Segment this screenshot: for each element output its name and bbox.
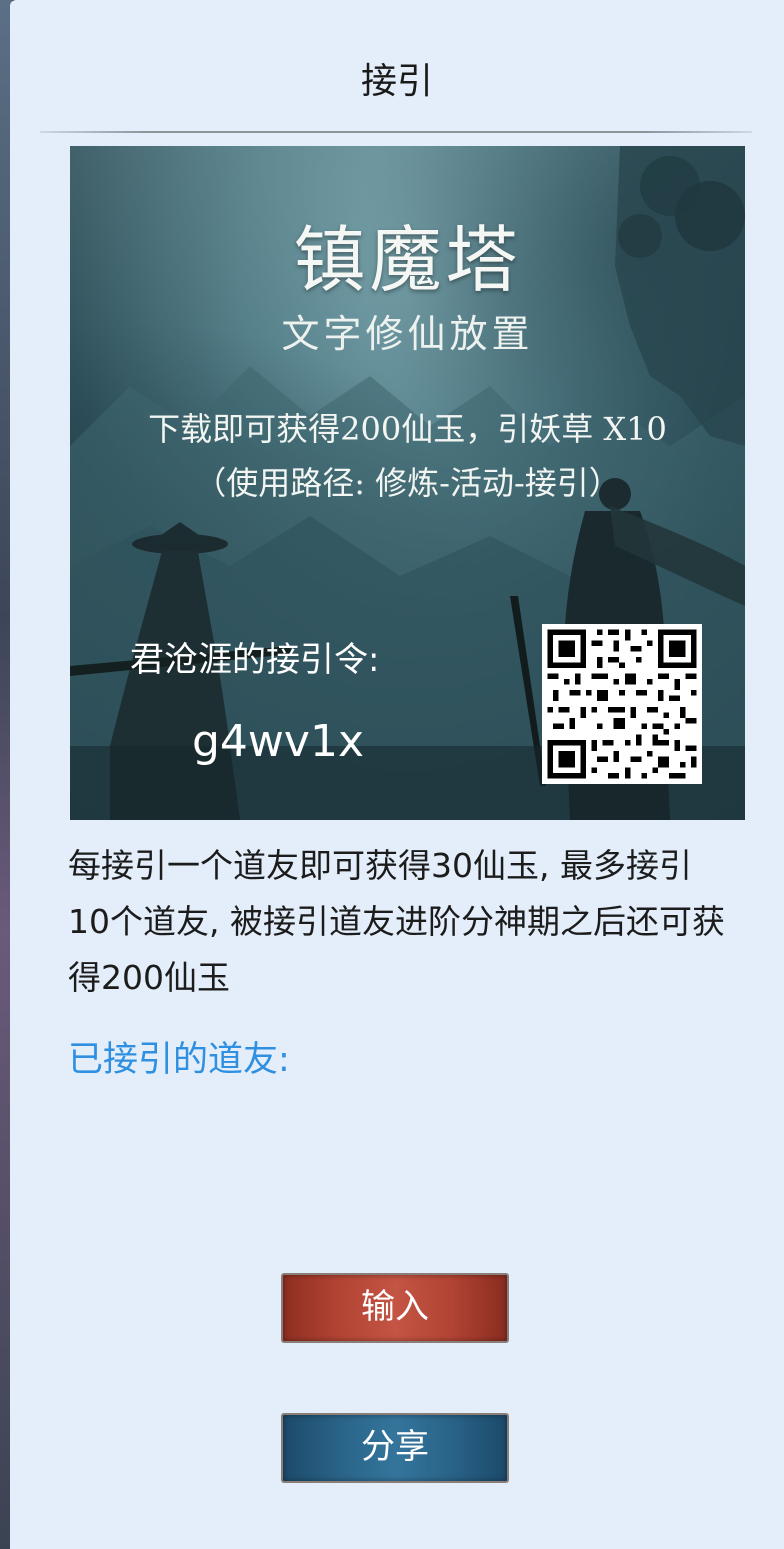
share-button[interactable]: 分享	[281, 1413, 509, 1483]
invite-code-label: 君沧涯的接引令:	[130, 640, 380, 680]
invite-dialog: 接引 镇魔塔 文字修仙放置 下载即可获得200仙玉，引妖草 X10 （使用路径:…	[10, 0, 784, 1549]
invite-banner: 镇魔塔 文字修仙放置 下载即可获得200仙玉，引妖草 X10 （使用路径: 修炼…	[70, 146, 745, 820]
title-divider	[40, 131, 752, 133]
invite-code-value: g4wv1x	[192, 716, 364, 767]
reward-text: 下载即可获得200仙玉，引妖草 X10	[148, 410, 667, 448]
invited-friends-label: 已接引的道友:	[68, 1040, 290, 1080]
usage-path-text: （使用路径: 修炼-活动-接引）	[194, 464, 621, 502]
input-button[interactable]: 输入	[281, 1273, 509, 1343]
qr-code-icon	[542, 624, 702, 784]
dialog-title: 接引	[360, 61, 433, 102]
game-subtitle: 文字修仙放置	[281, 312, 534, 356]
invite-reward-description: 每接引一个道友即可获得30仙玉, 最多接引10个道友, 被接引道友进阶分神期之后…	[68, 846, 725, 997]
game-title: 镇魔塔	[293, 218, 522, 302]
